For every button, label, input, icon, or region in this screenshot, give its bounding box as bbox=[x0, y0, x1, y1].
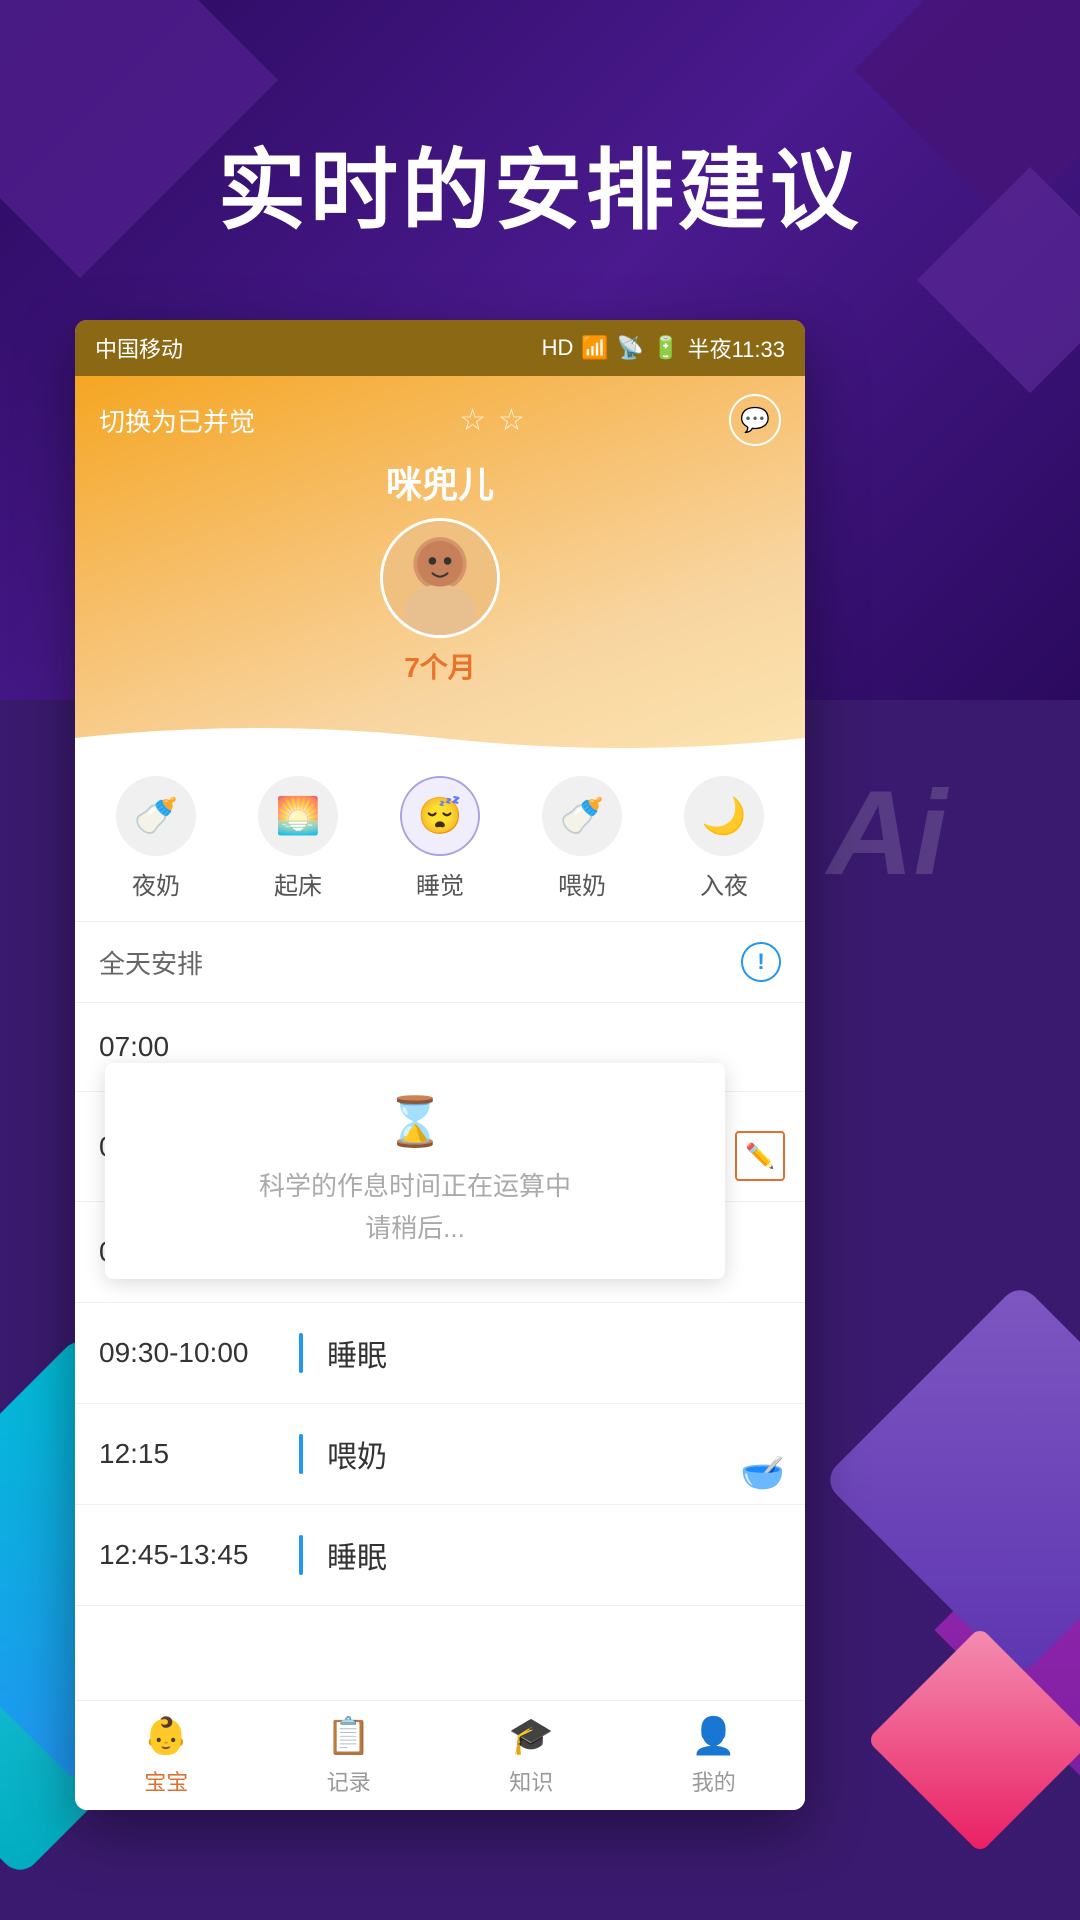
night-milk-icon-circle: 🍼 bbox=[116, 776, 196, 856]
schedule-header: 全天安排 ! bbox=[75, 922, 805, 1003]
mine-nav-icon: 👤 bbox=[691, 1715, 736, 1757]
status-bar: 中国移动 HD 📶 📡 🔋 半夜11:33 bbox=[75, 320, 805, 376]
time-4: 09:30-10:00 bbox=[99, 1337, 299, 1369]
battery-icon: 🔋 bbox=[652, 335, 679, 361]
divider-4 bbox=[299, 1333, 303, 1373]
baby-age: 7个月 bbox=[75, 646, 805, 686]
night-icon: 🌙 bbox=[702, 795, 747, 837]
baby-nav-icon: 👶 bbox=[144, 1715, 189, 1757]
baby-name: 咪兜儿 bbox=[75, 456, 805, 508]
chat-button[interactable]: 💬 bbox=[729, 394, 781, 446]
activity-sleep[interactable]: 😴 睡觉 bbox=[400, 776, 480, 901]
edit-button[interactable]: ✏️ bbox=[735, 1131, 785, 1181]
bottom-nav: 👶 宝宝 📋 记录 🎓 知识 👤 我的 bbox=[75, 1700, 805, 1810]
feed-icon: 🍼 bbox=[560, 795, 605, 837]
nav-mine[interactable]: 👤 我的 bbox=[691, 1715, 736, 1797]
time-5: 12:15 bbox=[99, 1438, 299, 1470]
activity-6: 睡眠 bbox=[327, 1533, 387, 1577]
record-nav-icon: 📋 bbox=[326, 1715, 371, 1757]
computing-text: 科学的作息时间正在运算中请稍后... bbox=[259, 1166, 571, 1249]
divider-6 bbox=[299, 1535, 303, 1575]
time-1: 07:00 bbox=[99, 1031, 299, 1063]
mine-nav-label: 我的 bbox=[692, 1765, 736, 1797]
sleep-icon: 😴 bbox=[418, 795, 463, 837]
nav-knowledge[interactable]: 🎓 知识 bbox=[509, 1715, 554, 1797]
hourglass-icon: ⌛ bbox=[385, 1093, 445, 1150]
baby-avatar[interactable] bbox=[380, 518, 500, 638]
schedule-row-1-container: 07:00 ⌛ 科学的作息时间正在运算中请稍后... bbox=[75, 1003, 805, 1092]
activity-5: 喂奶 bbox=[327, 1432, 387, 1476]
wakeup-icon-circle: 🌅 bbox=[258, 776, 338, 856]
info-button[interactable]: ! bbox=[741, 942, 781, 982]
activity-row: 🍼 夜奶 🌅 起床 😴 睡觉 🍼 喂奶 🌙 入夜 bbox=[75, 756, 805, 922]
sleep-label: 睡觉 bbox=[416, 866, 464, 901]
schedule-row-4[interactable]: 09:30-10:00 睡眠 bbox=[75, 1303, 805, 1404]
time-display: 半夜11:33 bbox=[688, 332, 785, 364]
night-milk-label: 夜奶 bbox=[132, 866, 180, 901]
knowledge-nav-icon: 🎓 bbox=[509, 1715, 554, 1757]
night-milk-icon: 🍼 bbox=[134, 795, 179, 837]
divider-5 bbox=[299, 1434, 303, 1474]
avatar-container bbox=[75, 518, 805, 638]
night-label: 入夜 bbox=[700, 866, 748, 901]
wakeup-icon: 🌅 bbox=[276, 795, 321, 837]
activity-feed[interactable]: 🍼 喂奶 bbox=[542, 776, 622, 901]
schedule-section: 全天安排 ! 07:00 ⌛ 科学的作息时间正在运算中请稍后... 07:12 … bbox=[75, 922, 805, 1606]
schedule-title: 全天安排 bbox=[99, 944, 203, 981]
status-icons: HD 📶 📡 🔋 半夜11:33 bbox=[542, 332, 785, 364]
baby-nav-label: 宝宝 bbox=[144, 1765, 188, 1797]
schedule-row-6[interactable]: 12:45-13:45 睡眠 bbox=[75, 1505, 805, 1606]
header-top: 切换为已并觉 ☆ ☆ 💬 bbox=[75, 376, 805, 446]
nav-record[interactable]: 📋 记录 bbox=[326, 1715, 371, 1797]
phone-frame: 中国移动 HD 📶 📡 🔋 半夜11:33 切换为已并觉 ☆ ☆ 💬 咪兜儿 bbox=[75, 320, 805, 1810]
nav-baby[interactable]: 👶 宝宝 bbox=[144, 1715, 189, 1797]
soup-icon: 🥣 bbox=[740, 1452, 785, 1494]
schedule-row-5[interactable]: 12:15 喂奶 🥣 bbox=[75, 1404, 805, 1505]
header-wave bbox=[75, 718, 805, 758]
star-1[interactable]: ☆ bbox=[459, 403, 486, 438]
feed-label: 喂奶 bbox=[558, 866, 606, 901]
time-6: 12:45-13:45 bbox=[99, 1539, 299, 1571]
chat-icon-glyph: 💬 bbox=[740, 406, 770, 435]
sleep-icon-circle: 😴 bbox=[400, 776, 480, 856]
night-icon-circle: 🌙 bbox=[684, 776, 764, 856]
signal-icon: 📡 bbox=[617, 335, 644, 361]
activity-night[interactable]: 🌙 入夜 bbox=[684, 776, 764, 901]
activity-wakeup[interactable]: 🌅 起床 bbox=[258, 776, 338, 901]
star-2[interactable]: ☆ bbox=[498, 403, 525, 438]
stars-container: ☆ ☆ bbox=[459, 403, 525, 438]
hd-badge: HD bbox=[542, 335, 574, 361]
computing-popup: ⌛ 科学的作息时间正在运算中请稍后... bbox=[105, 1063, 725, 1279]
wakeup-label: 起床 bbox=[274, 866, 322, 901]
edit-container: ✏️ bbox=[735, 1131, 785, 1181]
activity-4: 睡眠 bbox=[327, 1331, 387, 1375]
app-header: 切换为已并觉 ☆ ☆ 💬 咪兜儿 bbox=[75, 376, 805, 756]
activity-night-milk[interactable]: 🍼 夜奶 bbox=[116, 776, 196, 901]
feed-icon-circle: 🍼 bbox=[542, 776, 622, 856]
switch-label[interactable]: 切换为已并觉 bbox=[99, 402, 255, 439]
page-title: 实时的安排建议 bbox=[0, 120, 1080, 247]
wifi-icon: 📶 bbox=[581, 335, 608, 361]
carrier: 中国移动 bbox=[95, 332, 183, 364]
record-nav-label: 记录 bbox=[327, 1765, 371, 1797]
knowledge-nav-label: 知识 bbox=[509, 1765, 553, 1797]
ai-watermark: Ai bbox=[827, 764, 947, 902]
